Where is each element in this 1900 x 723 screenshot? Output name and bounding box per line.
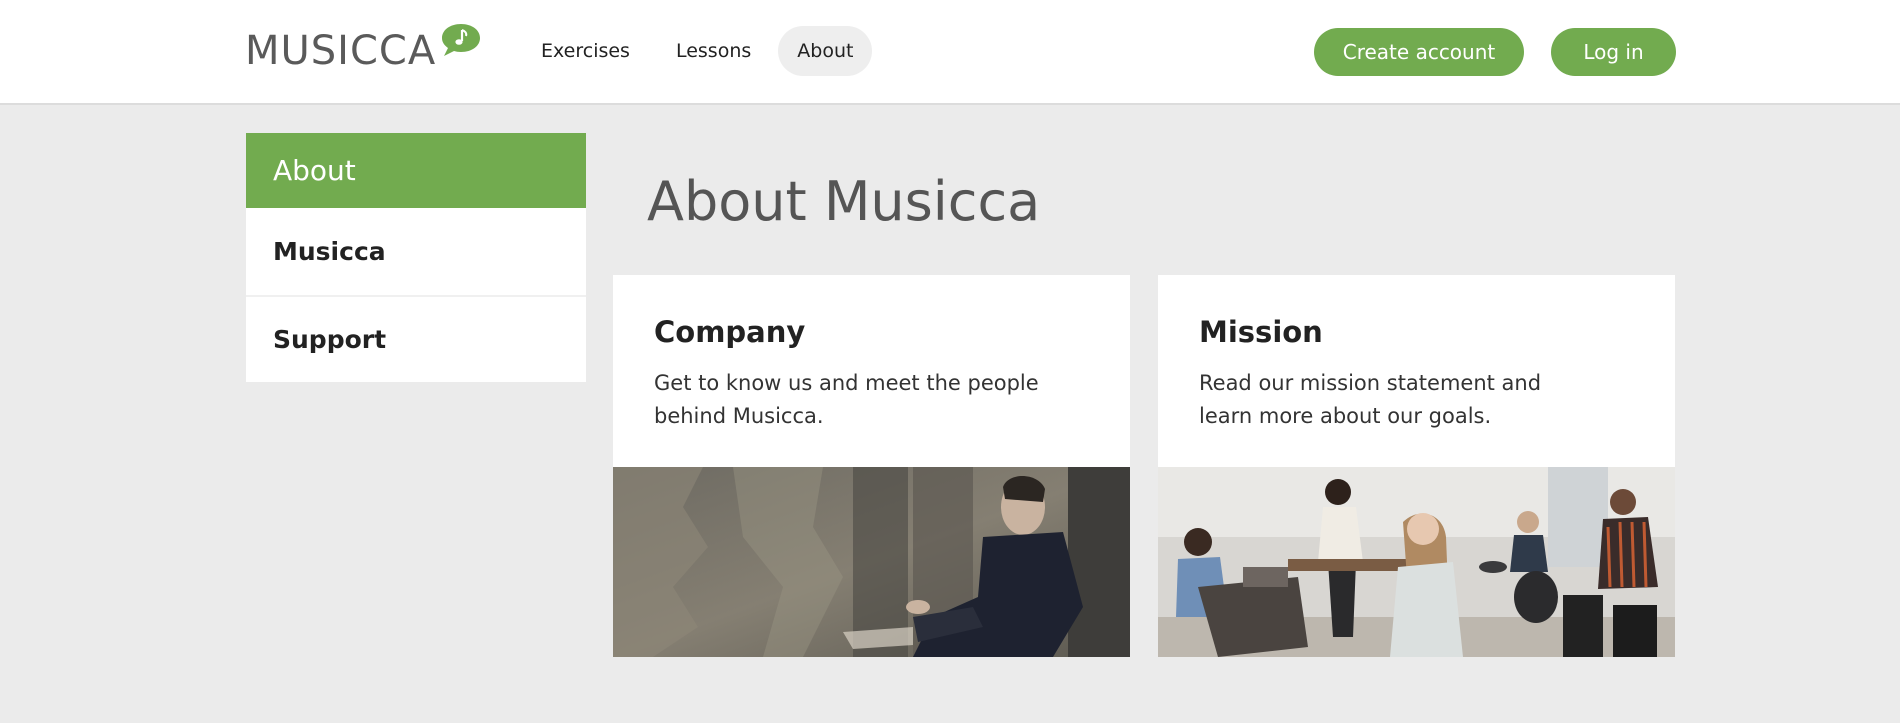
logo-text: MUSICCA (245, 28, 437, 74)
main-nav: Exercises Lessons About (522, 26, 873, 76)
top-navigation-bar: MUSICCA Exercises Lessons About Create a… (0, 0, 1900, 105)
sidebar-item-musicca[interactable]: Musicca (246, 208, 586, 295)
sidebar-item-support[interactable]: Support (246, 295, 586, 382)
musicca-logo[interactable]: MUSICCA (245, 24, 482, 76)
create-account-button[interactable]: Create account (1314, 28, 1524, 76)
card-description: Read our mission statement and learn mor… (1199, 371, 1542, 428)
nav-about[interactable]: About (778, 26, 873, 76)
nav-exercises[interactable]: Exercises (522, 26, 649, 76)
card-title: Mission (1199, 315, 1323, 349)
page-title: About Musicca (647, 170, 1041, 233)
card-title: Company (654, 315, 806, 349)
sidebar-heading[interactable]: About (246, 133, 586, 208)
company-card[interactable]: Company Get to know us and meet the peop… (613, 275, 1130, 657)
log-in-button[interactable]: Log in (1551, 28, 1676, 76)
nav-lessons[interactable]: Lessons (657, 26, 770, 76)
mission-photo (1158, 467, 1675, 657)
sidebar: About Musicca Support (246, 133, 586, 382)
card-description: Get to know us and meet the people behin… (654, 371, 1039, 428)
mission-card[interactable]: Mission Read our mission statement and l… (1158, 275, 1675, 657)
company-photo (613, 467, 1130, 657)
music-note-bubble-icon (442, 24, 481, 56)
